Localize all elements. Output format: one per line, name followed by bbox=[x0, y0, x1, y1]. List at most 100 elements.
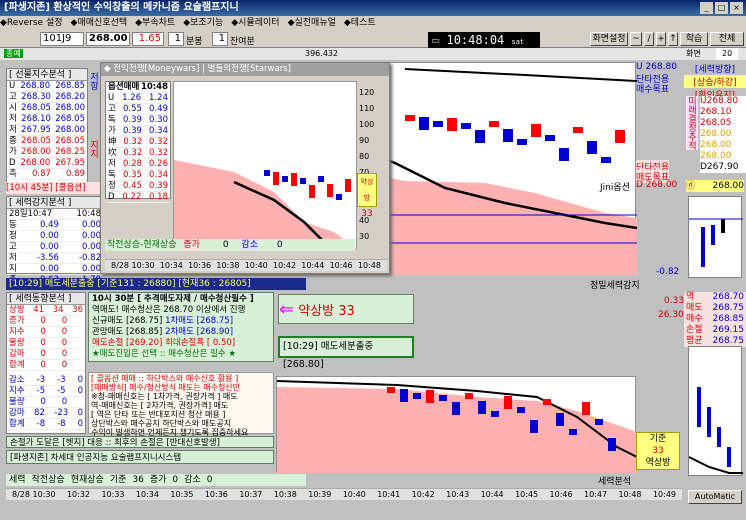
force-cell: 정 bbox=[9, 231, 17, 241]
option-cell: 坤 bbox=[108, 137, 117, 147]
force-row: 지 0.00 0.00 bbox=[7, 264, 103, 275]
candle bbox=[273, 172, 279, 185]
right-bottom-row: 매도 268.75 bbox=[684, 303, 746, 314]
trend-cell: 감마 bbox=[9, 408, 25, 418]
menu-item-6[interactable]: ◆테스트 bbox=[344, 18, 376, 28]
candle bbox=[504, 396, 512, 409]
code-input[interactable]: 101J9 bbox=[40, 32, 84, 46]
slash-button[interactable]: / bbox=[644, 32, 654, 46]
lower-time-tick: 10:44 bbox=[480, 490, 504, 499]
moneywars-window[interactable]: ◆ 전익전쟁[Moneywars] | 별들의전쟁[Starwars] 옵션매매… bbox=[100, 62, 390, 274]
maximize-icon[interactable]: □ bbox=[715, 2, 728, 14]
system-note: [파생지존] 차세대 인공지능 요술램프지니시스템 bbox=[6, 450, 274, 464]
jan-input[interactable]: 1 bbox=[212, 32, 228, 46]
futures-cell: 268.00 bbox=[21, 147, 51, 157]
futures-row: 시 268.05 268.00 bbox=[7, 103, 87, 114]
screen-num: 20 bbox=[716, 48, 739, 60]
right-bottom-row: 손절 269.15 bbox=[684, 325, 746, 336]
screen-settings-button[interactable]: 화면설정 bbox=[590, 32, 628, 46]
info-line3: 신규매도 [268.75] 1차매도 [268.75] bbox=[92, 316, 234, 326]
moneywars-tabs[interactable]: ◆ 전익전쟁[Moneywars] | 별들의전쟁[Starwars] bbox=[101, 63, 389, 76]
option-cell: 0.26 bbox=[149, 159, 168, 169]
overlay-badge-num: 33 bbox=[361, 209, 373, 219]
learn-button[interactable]: 학습 bbox=[680, 32, 708, 46]
up-button[interactable]: ↑ bbox=[668, 32, 678, 46]
futures-cell: 268.10 bbox=[21, 114, 51, 124]
mid-status-bar: [10:29] 매도세분출중 [기준131 : 26880] [현재36 : 2… bbox=[6, 278, 306, 290]
support-tag: 지지 bbox=[88, 140, 98, 158]
force-row: 정 0.00 0.00 bbox=[7, 231, 103, 242]
overlay-axis-tick: 120 bbox=[359, 88, 375, 97]
option-cell: 0.28 bbox=[122, 159, 142, 169]
candle bbox=[433, 121, 443, 127]
lower-time-tick: 10:41 bbox=[377, 490, 401, 499]
option-cell: 고 bbox=[108, 104, 116, 114]
option-cell: 저 bbox=[108, 159, 116, 169]
lower-time-tick: 10:46 bbox=[549, 490, 573, 499]
menu-item-0[interactable]: ◆Reverse 설정 bbox=[0, 18, 63, 28]
option-row: 고 0.55 0.49 bbox=[106, 104, 170, 115]
right-status: ⓓ 268.00 bbox=[686, 180, 744, 192]
candle bbox=[300, 178, 306, 184]
overlay-sell-val: 0 bbox=[276, 240, 283, 250]
option-cell: 0.55 bbox=[122, 104, 142, 114]
trend-row: 감마 82 -23 0 bbox=[7, 408, 85, 419]
menu-item-4[interactable]: ◆시뮬레이터 bbox=[231, 18, 279, 28]
menu-item-5[interactable]: ◆실전매뉴얼 bbox=[288, 18, 336, 28]
menu-item-3[interactable]: ◆보조기능 bbox=[183, 18, 223, 28]
direction-row: 268.00 bbox=[700, 129, 732, 139]
menu-item-1[interactable]: ◆매매신호선택 bbox=[71, 18, 128, 28]
candle bbox=[447, 118, 457, 131]
option-trade-head: 옵션매매 10:48 bbox=[106, 82, 170, 93]
automatic-button[interactable]: AutoMatic bbox=[688, 490, 742, 504]
candle bbox=[400, 389, 408, 402]
lower-time-tick: 10:47 bbox=[584, 490, 608, 499]
window-controls[interactable]: _ □ × bbox=[700, 2, 744, 14]
futures-cell: 가 bbox=[9, 147, 17, 157]
candle bbox=[573, 127, 583, 133]
info-line2: 역매도! 매수청산은 268.70 이상에서 진행 bbox=[92, 305, 246, 315]
futures-cell: 268.00 bbox=[55, 103, 85, 113]
info-line6: ★매도진입은 선택 :: 매수청산은 필수 ★ bbox=[92, 349, 236, 359]
trend-cell: 감소 bbox=[9, 375, 25, 385]
overlay-axis-tick: 100 bbox=[359, 120, 375, 129]
menu-item-2[interactable]: ◆부속차트 bbox=[135, 18, 175, 28]
change-display: 1.65 bbox=[132, 32, 164, 46]
futures-cell: 저 bbox=[9, 114, 17, 124]
plus-button[interactable]: + bbox=[656, 32, 666, 46]
display-button[interactable]: 전체 bbox=[710, 32, 744, 46]
option-cell: 0.35 bbox=[122, 170, 142, 180]
candle bbox=[318, 176, 324, 182]
option-cell: 0.30 bbox=[149, 115, 168, 125]
futures-row: 저 268.10 268.05 bbox=[7, 114, 87, 125]
stoploss-note: 손절가 도달은 [헷지] 대응 :: 최후의 손절은 [반대신호발생] bbox=[6, 436, 274, 448]
overlay-time-tick: 10:44 bbox=[301, 261, 325, 270]
direction-row: D267.90 bbox=[700, 162, 739, 172]
lower-time-tick: 10:39 bbox=[308, 490, 332, 499]
minimize-icon[interactable]: _ bbox=[700, 2, 713, 14]
trend-row: 물량 0 0 bbox=[7, 397, 85, 408]
futures-index-title: [ 선물지수분석 ] bbox=[7, 69, 87, 81]
candle bbox=[465, 393, 473, 399]
candle bbox=[530, 420, 538, 433]
lower-chart-svg bbox=[276, 380, 638, 473]
force-cell: 0.00 bbox=[39, 264, 59, 274]
right-bottom-row: 역 268.70 bbox=[684, 292, 746, 303]
option-cell: 0.32 bbox=[149, 148, 168, 158]
minus-button[interactable]: ~ bbox=[630, 32, 642, 46]
overlay-timebar: 8/28 10:30 10:34 10:36 10:38 10:40 10:42 10:44… bbox=[105, 259, 387, 271]
futures-cell: 268.05 bbox=[55, 136, 85, 146]
futures-cell: 시 bbox=[9, 103, 17, 113]
option-cell: D bbox=[108, 192, 115, 202]
lower-time-tick: 10:45 bbox=[515, 490, 539, 499]
trend-cell: 0 bbox=[77, 386, 83, 396]
futures-cell: 0.89 bbox=[66, 169, 85, 179]
futures-cell: 267.95 bbox=[55, 158, 85, 168]
close-icon[interactable]: × bbox=[730, 2, 743, 14]
info-line1: 10시 30분 [ 추격매도자제 / 매수청산필수 ] bbox=[92, 294, 254, 304]
trend-cell: 0 bbox=[61, 360, 68, 370]
overlay-status: 작전상승-현재상승 증가 0 감소 0 bbox=[105, 239, 355, 251]
futures-row: 고 268.30 268.20 bbox=[7, 92, 87, 103]
lower-box-1: 기준 bbox=[649, 434, 667, 444]
interval-input[interactable]: 1 bbox=[168, 32, 184, 46]
